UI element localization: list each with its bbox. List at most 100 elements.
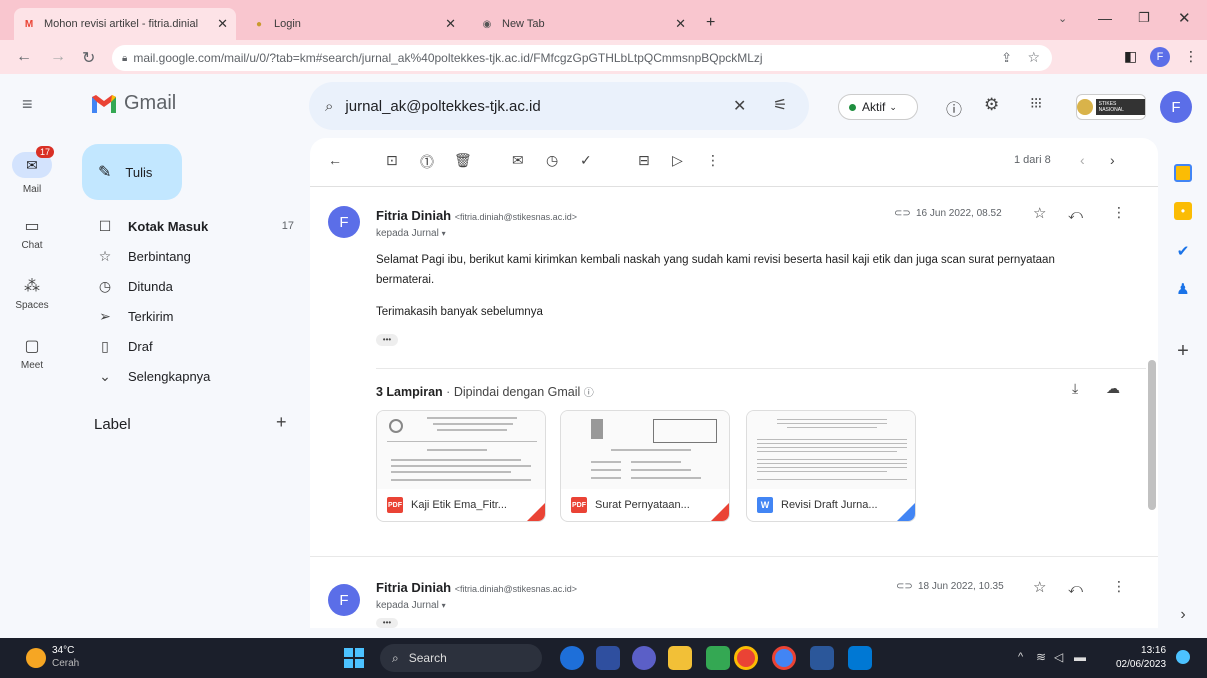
tab-gmail[interactable]: M Mohon revisi artikel - fitria.dinial ✕	[14, 8, 236, 40]
org-badge[interactable]: STIKES NASIONAL	[1076, 94, 1146, 120]
search-icon[interactable]: ⌕	[325, 98, 333, 115]
show-trimmed-button[interactable]: •••	[376, 334, 398, 346]
move-to-icon[interactable]: ⊟	[638, 152, 650, 169]
chrome-taskbar-icon[interactable]	[734, 646, 758, 670]
sender-name[interactable]: Fitria Diniah	[376, 580, 451, 595]
close-tab-icon[interactable]: ✕	[217, 16, 228, 32]
calendar-icon[interactable]	[1174, 164, 1192, 182]
sidebar-item-more[interactable]: ⌄ Selengkapnya	[94, 362, 294, 390]
url-field[interactable]: 🔒︎ mail.google.com/mail/u/0/?tab=km#sear…	[112, 45, 1052, 71]
reply-icon[interactable]: ⤺	[1068, 580, 1083, 597]
label-icon[interactable]: ▷	[672, 152, 683, 169]
gmail-logo[interactable]: Gmail	[90, 92, 176, 115]
weather-sun-icon[interactable]	[26, 648, 46, 668]
compose-button[interactable]: ✎ Tulis	[82, 144, 182, 200]
contacts-icon[interactable]: ♟	[1174, 280, 1192, 298]
newer-icon[interactable]: ‹	[1080, 152, 1085, 168]
browser-profile-avatar[interactable]: F	[1150, 47, 1170, 67]
close-tab-icon[interactable]: ✕	[445, 16, 456, 32]
sidebar-item-sent[interactable]: ➢ Terkirim	[94, 302, 294, 330]
reply-icon[interactable]: ⤺	[1068, 206, 1083, 223]
close-window-icon[interactable]: ✕	[1178, 9, 1191, 27]
archive-icon[interactable]: ⊡	[386, 152, 398, 169]
sidebar-item-drafts[interactable]: ▯ Draf	[94, 332, 294, 360]
star-message-icon[interactable]: ☆	[1033, 578, 1046, 596]
search-input[interactable]: jurnal_ak@poltekkes-tjk.ac.id	[345, 98, 540, 115]
add-addon-icon[interactable]: +	[1174, 340, 1192, 362]
minimize-icon[interactable]: —	[1098, 10, 1112, 26]
settings-gear-icon[interactable]: ⚙	[984, 95, 999, 115]
rail-chat[interactable]: ▭ Chat	[0, 216, 64, 251]
add-to-drive-icon[interactable]: ☁	[1106, 380, 1120, 397]
sender-name[interactable]: Fitria Diniah	[376, 208, 451, 223]
help-icon[interactable]: ⓘ	[946, 96, 962, 120]
more-options-icon[interactable]: ⋮	[706, 152, 720, 169]
sender-avatar[interactable]: F	[328, 206, 360, 238]
reload-icon[interactable]: ↻	[82, 48, 95, 68]
edge-icon[interactable]	[560, 646, 584, 670]
delete-icon[interactable]: 🗑︎	[454, 152, 472, 169]
recipient-line[interactable]: kepada Jurnal ▾	[376, 228, 446, 239]
windows-start-icon[interactable]	[344, 648, 364, 668]
tab-new-tab[interactable]: ◉ New Tab ✕	[472, 8, 694, 40]
sender-avatar[interactable]: F	[328, 584, 360, 616]
back-to-list-icon[interactable]: ←	[328, 152, 342, 168]
word-taskbar-icon[interactable]	[810, 646, 834, 670]
forward-icon[interactable]: →	[50, 48, 66, 66]
sidepanel-icon[interactable]: ◧	[1124, 48, 1137, 65]
task-view-icon[interactable]	[596, 646, 620, 670]
scrollbar-thumb[interactable]	[1148, 360, 1156, 510]
photos-icon[interactable]	[848, 646, 872, 670]
bookmark-star-icon[interactable]: ☆	[1027, 49, 1040, 66]
close-tab-icon[interactable]: ✕	[675, 16, 686, 32]
report-spam-icon[interactable]: ⓵	[420, 152, 434, 172]
add-label-button[interactable]: +	[276, 412, 287, 433]
weather-widget[interactable]: 34°C Cerah	[52, 644, 79, 670]
rail-spaces[interactable]: ⁂ Spaces	[0, 276, 64, 311]
browser-menu-icon[interactable]: ⋮	[1184, 48, 1198, 65]
show-trimmed-button[interactable]: •••	[376, 618, 398, 628]
tray-overflow-icon[interactable]: ^	[1018, 651, 1023, 663]
teams-icon[interactable]	[632, 646, 656, 670]
tasks-icon[interactable]: ✔	[1174, 242, 1192, 260]
expand-panel-icon[interactable]: ›	[1174, 606, 1192, 624]
volume-icon[interactable]: ◁	[1054, 650, 1063, 664]
info-icon[interactable]: ⓘ	[584, 388, 594, 399]
taskbar-search[interactable]: ⌕ Search	[380, 644, 542, 672]
clear-search-icon[interactable]: ✕	[733, 96, 746, 116]
sidebar-item-snoozed[interactable]: ◷ Ditunda	[94, 272, 294, 300]
snooze-icon[interactable]: ◷	[546, 152, 558, 169]
attachment-card[interactable]: W Revisi Draft Jurna...	[746, 410, 916, 522]
status-dropdown[interactable]: Aktif ⌄	[838, 94, 918, 120]
recipient-line[interactable]: kepada Jurnal ▾	[376, 600, 446, 611]
attachment-card[interactable]: PDF Kaji Etik Ema_Fitr...	[376, 410, 546, 522]
rail-meet[interactable]: ▢ Meet	[0, 336, 64, 371]
apps-grid-icon[interactable]: ⁝⁝⁝	[1030, 94, 1042, 112]
search-field[interactable]: ⌕ jurnal_ak@poltekkes-tjk.ac.id ✕ ⚟	[309, 82, 809, 130]
sidebar-item-inbox[interactable]: ☐ Kotak Masuk 17	[94, 212, 294, 240]
tab-login[interactable]: ● Login ✕	[244, 8, 464, 40]
back-icon[interactable]: ←	[16, 48, 32, 66]
chrome-profile-taskbar-icon[interactable]	[772, 646, 796, 670]
account-avatar[interactable]: F	[1160, 91, 1192, 123]
store-icon[interactable]	[706, 646, 730, 670]
mark-unread-icon[interactable]: ✉	[512, 152, 524, 169]
notification-icon[interactable]	[1176, 650, 1190, 664]
battery-icon[interactable]: ▬	[1074, 650, 1086, 664]
add-task-icon[interactable]: ✓	[580, 152, 592, 169]
sidebar-item-starred[interactable]: ☆ Berbintang	[94, 242, 294, 270]
search-options-icon[interactable]: ⚟	[773, 95, 787, 115]
file-explorer-icon[interactable]	[668, 646, 692, 670]
download-all-icon[interactable]: ⤓	[1072, 380, 1078, 397]
rail-mail[interactable]: ✉ 17 Mail	[0, 146, 64, 195]
keep-icon[interactable]: •	[1174, 202, 1192, 220]
older-icon[interactable]: ›	[1110, 152, 1115, 168]
message-more-icon[interactable]: ⋮	[1112, 578, 1126, 595]
message-more-icon[interactable]: ⋮	[1112, 204, 1126, 221]
star-message-icon[interactable]: ☆	[1033, 204, 1046, 222]
main-menu-icon[interactable]: ≡	[22, 94, 33, 115]
wifi-icon[interactable]: ≋	[1036, 650, 1046, 664]
clock[interactable]: 13:16 02/06/2023	[1116, 644, 1166, 672]
new-tab-icon[interactable]: +	[706, 14, 715, 32]
tab-search-icon[interactable]: ⌄	[1058, 12, 1067, 25]
